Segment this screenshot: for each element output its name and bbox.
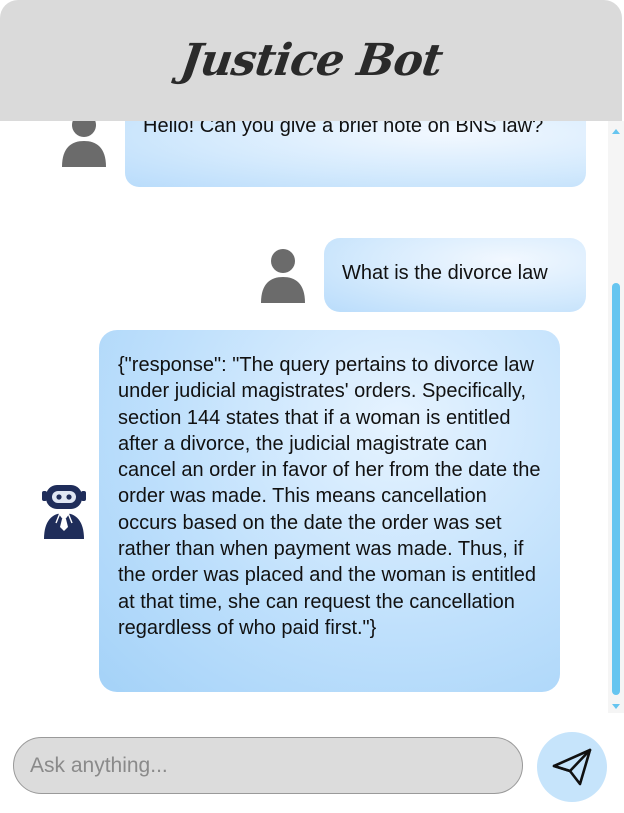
send-button[interactable] [537, 732, 607, 802]
message-bubble-user: Hello! Can you give a brief note on BNS … [125, 121, 586, 187]
chat-scrollbar[interactable] [608, 121, 624, 713]
message-text: Hello! Can you give a brief note on BNS … [143, 121, 544, 137]
chat-app: Justice Bot Hello! Can you give a brief … [0, 0, 624, 813]
message-text: What is the divorce law [342, 262, 548, 284]
user-avatar-icon [60, 121, 108, 167]
message-text: {"response": "The query pertains to divo… [118, 354, 541, 639]
user-avatar-icon [259, 247, 307, 303]
app-title: Justice Bot [177, 35, 445, 86]
scroll-thumb[interactable] [612, 283, 620, 695]
header: Justice Bot [0, 0, 622, 121]
composer [0, 713, 624, 813]
robot-lawyer-icon [38, 483, 90, 539]
message-bubble-user: What is the divorce law [324, 238, 586, 312]
message-input[interactable] [13, 737, 523, 794]
scroll-up-icon[interactable] [612, 129, 620, 134]
scroll-down-icon[interactable] [612, 704, 620, 709]
paper-plane-icon [551, 747, 593, 787]
chat-messages[interactable]: Hello! Can you give a brief note on BNS … [0, 121, 608, 713]
message-bubble-bot: {"response": "The query pertains to divo… [99, 330, 560, 692]
